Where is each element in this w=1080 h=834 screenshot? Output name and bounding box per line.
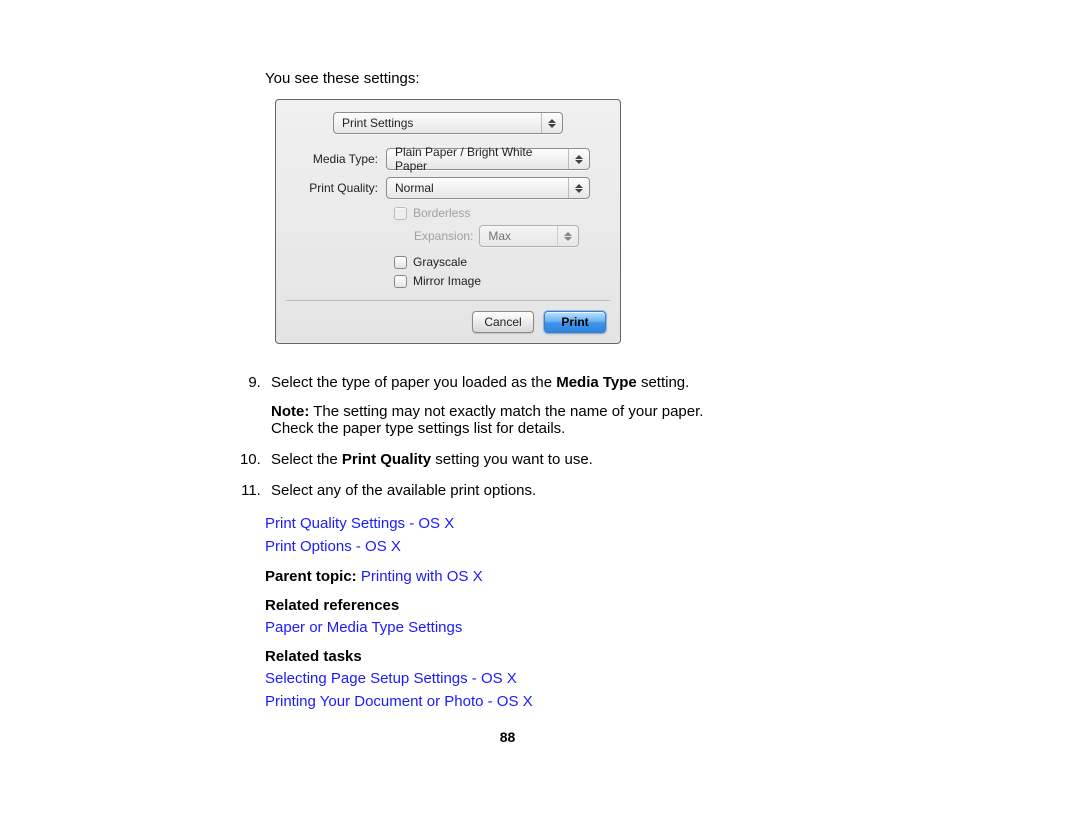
link-parent-topic[interactable]: Printing with OS X bbox=[361, 568, 483, 585]
step-9-text-post: setting. bbox=[637, 374, 690, 391]
section-select[interactable]: Print Settings bbox=[333, 112, 563, 134]
related-tasks-label: Related tasks bbox=[265, 646, 750, 669]
expansion-label: Expansion: bbox=[414, 229, 473, 243]
borderless-label: Borderless bbox=[413, 206, 470, 220]
step-10: Select the Print Quality setting you wan… bbox=[265, 451, 750, 468]
expansion-value: Max bbox=[488, 229, 511, 243]
print-settings-dialog: Print Settings Media Type: Plain Paper /… bbox=[275, 99, 621, 344]
borderless-checkbox bbox=[394, 207, 407, 220]
step-11: Select any of the available print option… bbox=[265, 482, 750, 499]
mirror-image-label: Mirror Image bbox=[413, 274, 481, 288]
expansion-select: Max bbox=[479, 225, 579, 247]
print-quality-value: Normal bbox=[395, 181, 434, 195]
updown-icon bbox=[568, 178, 583, 198]
updown-icon bbox=[541, 113, 556, 133]
print-quality-select[interactable]: Normal bbox=[386, 177, 590, 199]
print-quality-label: Print Quality: bbox=[286, 181, 386, 195]
step-9-note: Note: The setting may not exactly match … bbox=[271, 403, 750, 437]
intro-text: You see these settings: bbox=[265, 70, 750, 87]
media-type-value: Plain Paper / Bright White Paper bbox=[395, 145, 562, 173]
cancel-button[interactable]: Cancel bbox=[472, 311, 534, 333]
link-page-setup-settings[interactable]: Selecting Page Setup Settings - OS X bbox=[265, 670, 517, 687]
print-button[interactable]: Print bbox=[544, 311, 606, 333]
divider bbox=[286, 300, 610, 301]
step-11-text: Select any of the available print option… bbox=[271, 482, 536, 499]
updown-icon bbox=[568, 149, 583, 169]
step-9: Select the type of paper you loaded as t… bbox=[265, 374, 750, 437]
parent-topic-label: Parent topic: bbox=[265, 568, 357, 585]
media-type-select[interactable]: Plain Paper / Bright White Paper bbox=[386, 148, 590, 170]
grayscale-checkbox[interactable] bbox=[394, 256, 407, 269]
link-print-options[interactable]: Print Options - OS X bbox=[265, 538, 401, 555]
step-10-bold: Print Quality bbox=[342, 451, 431, 468]
mirror-image-checkbox[interactable] bbox=[394, 275, 407, 288]
step-9-text-pre: Select the type of paper you loaded as t… bbox=[271, 374, 556, 391]
note-body: The setting may not exactly match the na… bbox=[271, 403, 703, 437]
instruction-list: Select the type of paper you loaded as t… bbox=[237, 374, 750, 499]
related-references-label: Related references bbox=[265, 595, 750, 618]
step-10-text-post: setting you want to use. bbox=[431, 451, 593, 468]
updown-icon bbox=[557, 226, 572, 246]
page-number: 88 bbox=[265, 729, 750, 745]
section-select-value: Print Settings bbox=[342, 116, 413, 130]
document-page: You see these settings: Print Settings M… bbox=[0, 0, 750, 745]
link-printing-document[interactable]: Printing Your Document or Photo - OS X bbox=[265, 693, 533, 710]
cancel-button-label: Cancel bbox=[484, 315, 521, 329]
note-label: Note: bbox=[271, 403, 309, 420]
links-section: Print Quality Settings - OS X Print Opti… bbox=[265, 513, 750, 713]
print-button-label: Print bbox=[561, 315, 588, 329]
link-paper-media-type[interactable]: Paper or Media Type Settings bbox=[265, 619, 462, 636]
link-print-quality-settings[interactable]: Print Quality Settings - OS X bbox=[265, 515, 454, 532]
grayscale-label: Grayscale bbox=[413, 255, 467, 269]
step-10-text-pre: Select the bbox=[271, 451, 342, 468]
media-type-label: Media Type: bbox=[286, 152, 386, 166]
step-9-bold: Media Type bbox=[556, 374, 637, 391]
